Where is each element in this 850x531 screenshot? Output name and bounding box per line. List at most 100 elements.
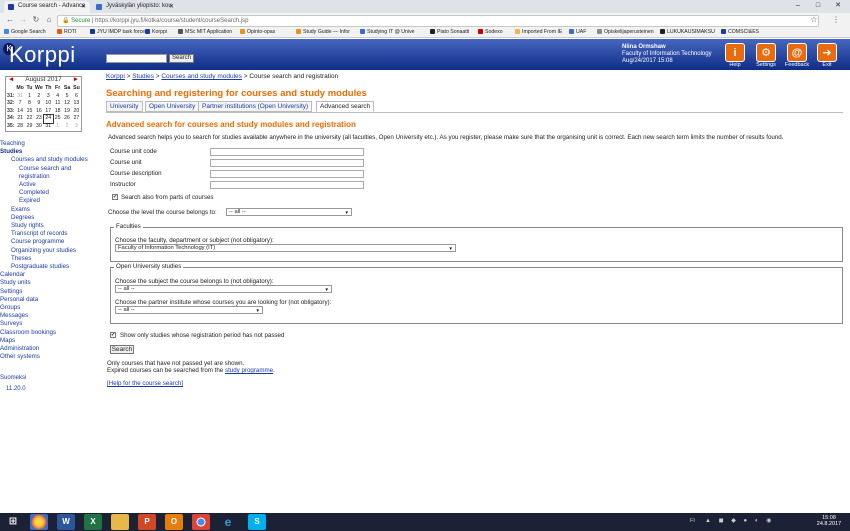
sidebar-item[interactable]: Studies bbox=[0, 148, 100, 156]
calendar-week-number[interactable]: 34: bbox=[6, 115, 15, 123]
bookmark-item[interactable]: Imported From IE bbox=[515, 29, 562, 35]
feedback-icon[interactable]: @ bbox=[787, 43, 807, 62]
search-parts-checkbox[interactable]: ✔ bbox=[112, 194, 118, 200]
minimize-window-icon[interactable]: – bbox=[788, 0, 808, 13]
forward-icon[interactable]: → bbox=[18, 15, 28, 26]
url-field[interactable]: 🔒 Secure | https://korppi.jyu.fi/kotka/c… bbox=[57, 15, 819, 27]
bookmark-item[interactable]: Opiskelijaperusteinen bbox=[597, 29, 654, 35]
sidebar-item[interactable]: Organizing your studies bbox=[0, 247, 100, 255]
tab-partner-institutions-open-university[interactable]: Partner institutions (Open University) bbox=[198, 101, 313, 112]
firefox-icon[interactable] bbox=[30, 514, 48, 530]
taskbar-clock[interactable]: 15:08 24.8.2017 bbox=[810, 515, 848, 527]
calendar-day[interactable]: 24 bbox=[42, 114, 54, 124]
calendar-day[interactable]: 18 bbox=[53, 108, 62, 116]
calendar-day[interactable]: 3 bbox=[44, 93, 53, 101]
calendar-day[interactable]: 2 bbox=[62, 123, 71, 131]
calendar-day[interactable]: 9 bbox=[34, 100, 43, 108]
toolbar-label-settings[interactable]: Settings bbox=[752, 62, 780, 68]
help-icon[interactable]: i bbox=[725, 43, 745, 62]
bookmark-item[interactable]: MSc MIT Application bbox=[178, 29, 232, 35]
calendar-day[interactable]: 31 bbox=[15, 93, 24, 101]
breadcrumb-item[interactable]: Courses and study modules bbox=[161, 73, 242, 80]
sidebar-item[interactable]: Surveys bbox=[0, 320, 100, 328]
sidebar-item[interactable]: Course search and bbox=[0, 165, 100, 173]
instructor-input[interactable] bbox=[210, 181, 364, 189]
bookmark-star-icon[interactable]: ☆ bbox=[809, 15, 819, 26]
powerpoint-icon[interactable]: P bbox=[138, 514, 156, 530]
sidebar-item[interactable]: Messages bbox=[0, 312, 100, 320]
breadcrumb-item[interactable]: Korppi bbox=[106, 73, 125, 80]
maximize-window-icon[interactable]: □ bbox=[808, 0, 828, 13]
sidebar-item[interactable]: Theses bbox=[0, 255, 100, 263]
calendar-day[interactable]: 7 bbox=[15, 100, 24, 108]
language-link[interactable]: Suomeksi bbox=[0, 375, 26, 381]
bookmark-item[interactable]: Sodexo bbox=[478, 29, 503, 35]
course-description-input[interactable] bbox=[210, 170, 364, 178]
calendar-day[interactable]: 25 bbox=[53, 115, 62, 123]
calendar-day[interactable]: 30 bbox=[34, 123, 43, 131]
study-programme-link[interactable]: study programme bbox=[225, 367, 273, 374]
calendar-week-number[interactable]: 33: bbox=[6, 108, 15, 116]
sidebar-item[interactable]: Course programme bbox=[0, 238, 100, 246]
korppi-logo[interactable]: Korppi bbox=[9, 42, 76, 68]
word-icon[interactable]: W bbox=[57, 514, 75, 530]
subject-select[interactable]: -- all -- ▼ bbox=[115, 285, 332, 293]
settings-icon[interactable]: ⚙ bbox=[756, 43, 776, 62]
toolbar-label-exit[interactable]: Exit bbox=[813, 62, 841, 68]
bookmark-item[interactable]: LUKUKAUSIMAKSU bbox=[660, 29, 715, 35]
calendar-day[interactable]: 23 bbox=[34, 115, 43, 123]
calendar-day[interactable]: 6 bbox=[72, 93, 81, 101]
help-link[interactable]: [Help for the course search] bbox=[107, 380, 183, 387]
sidebar-item[interactable]: registration bbox=[0, 173, 100, 181]
outlook-icon[interactable]: O bbox=[165, 514, 183, 530]
calendar-day[interactable]: 11 bbox=[53, 100, 62, 108]
language-indicator[interactable]: FI bbox=[690, 518, 695, 524]
bookmark-item[interactable]: Google Search bbox=[4, 29, 46, 35]
sidebar-item[interactable]: Transcript of records bbox=[0, 230, 100, 238]
sidebar-item[interactable]: Administration bbox=[0, 345, 100, 353]
sidebar-item[interactable]: Degrees bbox=[0, 214, 100, 222]
calendar-day[interactable]: 3 bbox=[72, 123, 81, 131]
bookmark-item[interactable]: ROTI bbox=[57, 29, 76, 35]
calendar-day[interactable]: 20 bbox=[72, 108, 81, 116]
calendar-day[interactable]: 31 bbox=[44, 123, 53, 131]
tab-open-university[interactable]: Open University bbox=[145, 101, 200, 112]
calendar-day[interactable]: 17 bbox=[44, 108, 53, 116]
sidebar-item[interactable]: Groups bbox=[0, 304, 100, 312]
only-open-checkbox[interactable]: ✔ bbox=[110, 332, 116, 338]
bookmark-item[interactable]: JYU IMDP task force bbox=[90, 29, 145, 35]
calendar-day[interactable]: 12 bbox=[62, 100, 71, 108]
calendar-day[interactable]: 19 bbox=[62, 108, 71, 116]
bookmark-item[interactable]: Studying IT @ Unive bbox=[360, 29, 415, 35]
calendar-day[interactable]: 5 bbox=[62, 93, 71, 101]
bookmark-item[interactable]: Piato Sonaatti bbox=[430, 29, 469, 35]
calendar-day[interactable]: 14 bbox=[15, 108, 24, 116]
browser-menu-icon[interactable]: ⋮ bbox=[831, 15, 841, 26]
exit-icon[interactable]: ➜ bbox=[817, 43, 837, 62]
close-window-icon[interactable]: ✕ bbox=[828, 0, 848, 13]
calendar-day[interactable]: 27 bbox=[72, 115, 81, 123]
calendar-day[interactable]: 22 bbox=[25, 115, 34, 123]
calendar-day[interactable]: 26 bbox=[62, 115, 71, 123]
header-search-input[interactable] bbox=[106, 54, 167, 63]
sidebar-item[interactable]: Other systems bbox=[0, 353, 100, 361]
toolbar-label-help[interactable]: Help bbox=[721, 62, 749, 68]
chrome-icon[interactable] bbox=[192, 514, 210, 530]
sidebar-item[interactable]: Settings bbox=[0, 288, 100, 296]
reload-icon[interactable]: ↻ bbox=[31, 15, 41, 26]
back-icon[interactable]: ← bbox=[5, 15, 15, 26]
close-tab-icon[interactable]: ✕ bbox=[169, 3, 174, 10]
sidebar-item[interactable]: Teaching bbox=[0, 140, 100, 148]
search-button[interactable]: Search bbox=[110, 345, 134, 354]
sidebar-item[interactable]: Personal data bbox=[0, 296, 100, 304]
browser-tab-active[interactable]: Course search - Advance ✕ bbox=[4, 1, 90, 13]
start-icon[interactable]: ⊞ bbox=[4, 514, 22, 530]
calendar-day[interactable]: 1 bbox=[53, 123, 62, 131]
browser-tab[interactable]: Jyväskylän yliopisto: kou ✕ bbox=[92, 1, 178, 13]
excel-icon[interactable]: X bbox=[84, 514, 102, 530]
bookmark-item[interactable]: Study Guide — Infor bbox=[296, 29, 350, 35]
calendar-week-number[interactable]: 31: bbox=[6, 93, 15, 101]
header-search-button[interactable]: Search bbox=[169, 54, 194, 63]
bookmark-item[interactable]: Korppi bbox=[145, 29, 167, 35]
sidebar-item[interactable]: Postgraduate studies bbox=[0, 263, 100, 271]
